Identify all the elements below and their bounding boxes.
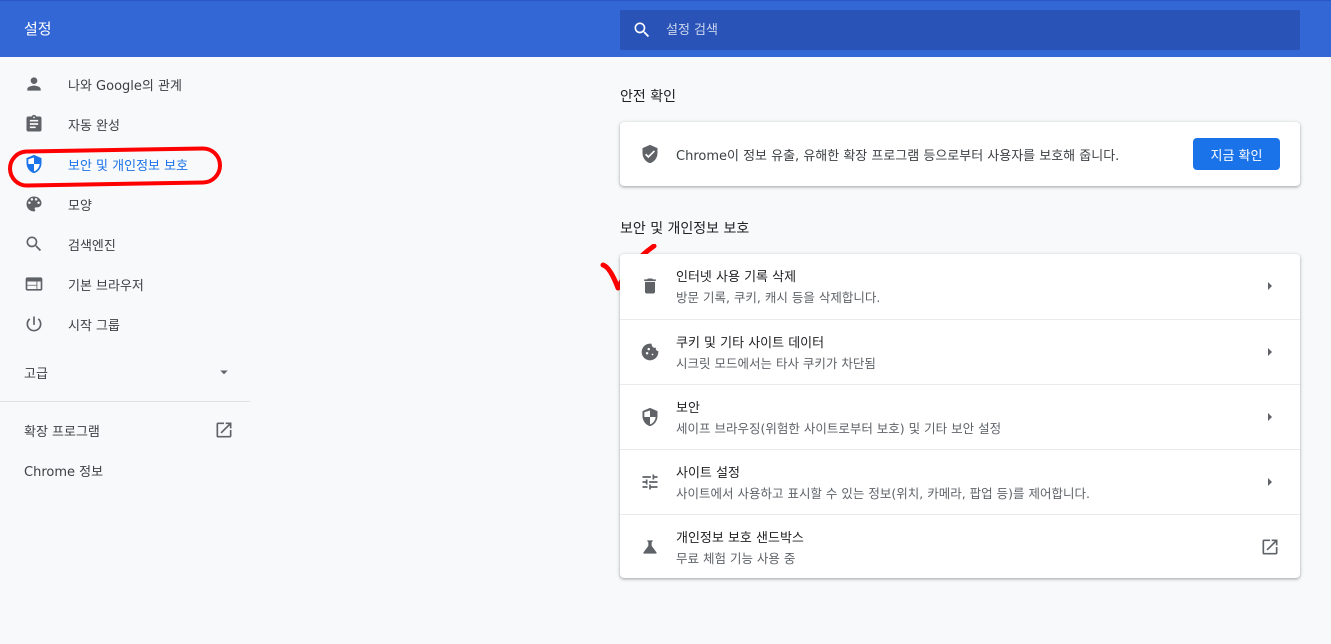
row-title: 개인정보 보호 샌드박스 bbox=[676, 531, 804, 546]
sidebar-item-label: 나와 Google의 관계 bbox=[68, 78, 182, 94]
search-input[interactable] bbox=[666, 10, 1266, 50]
search-box[interactable] bbox=[620, 10, 1300, 50]
check-now-button[interactable]: 지금 확인 bbox=[1193, 138, 1280, 170]
sidebar: 나와 Google의 관계 자동 완성 보안 및 개인정보 보호 모양 검색엔진… bbox=[0, 57, 250, 644]
browser-window-icon bbox=[25, 277, 43, 291]
shield-icon bbox=[642, 407, 658, 427]
sidebar-item-you-and-google[interactable]: 나와 Google의 관계 bbox=[0, 64, 250, 104]
person-icon bbox=[27, 77, 41, 91]
about-chrome-label: Chrome 정보 bbox=[24, 465, 104, 480]
flask-icon bbox=[643, 540, 657, 554]
row-cookies[interactable]: 쿠키 및 기타 사이트 데이터 시크릿 모드에서는 타사 쿠키가 차단됨 bbox=[620, 319, 1300, 384]
arrow-right-icon bbox=[1268, 478, 1272, 486]
sidebar-item-appearance[interactable]: 모양 bbox=[0, 184, 250, 224]
row-subtitle: 방문 기록, 쿠키, 캐시 등을 삭제합니다. bbox=[676, 290, 881, 305]
red-highlight-circle bbox=[7, 146, 223, 188]
sidebar-item-about-chrome[interactable]: Chrome 정보 bbox=[0, 449, 250, 489]
row-security[interactable]: 보안 세이프 브라우징(위험한 사이트로부터 보호) 및 기타 보안 설정 bbox=[620, 384, 1300, 449]
page-title: 설정 bbox=[24, 20, 52, 38]
row-title: 사이트 설정 bbox=[676, 466, 740, 481]
row-subtitle: 사이트에서 사용하고 표시할 수 있는 정보(위치, 카메라, 팝업 등)를 제… bbox=[676, 486, 1090, 501]
sidebar-item-label: 자동 완성 bbox=[68, 118, 120, 134]
shield-check-icon bbox=[642, 144, 658, 164]
row-title: 보안 bbox=[676, 401, 700, 416]
sidebar-divider bbox=[0, 401, 250, 402]
sidebar-advanced-toggle[interactable]: 고급 bbox=[0, 351, 250, 391]
sidebar-item-search-engine[interactable]: 검색엔진 bbox=[0, 224, 250, 264]
search-icon bbox=[26, 236, 42, 252]
top-bar: 설정 bbox=[0, 0, 1331, 57]
sidebar-item-label: 검색엔진 bbox=[68, 238, 116, 254]
safety-check-description: Chrome이 정보 유출, 유해한 확장 프로그램 등으로부터 사용자를 보호… bbox=[676, 149, 1120, 164]
power-icon bbox=[26, 316, 42, 332]
row-privacy-sandbox[interactable]: 개인정보 보호 샌드박스 무료 체험 기능 사용 중 bbox=[620, 514, 1300, 579]
sidebar-item-autofill[interactable]: 자동 완성 bbox=[0, 104, 250, 144]
row-clear-browsing-data[interactable]: 인터넷 사용 기록 삭제 방문 기록, 쿠키, 캐시 등을 삭제합니다. bbox=[620, 254, 1300, 319]
arrow-right-icon bbox=[1268, 282, 1272, 290]
trash-icon bbox=[644, 278, 656, 294]
sidebar-item-label: 기본 브라우저 bbox=[68, 278, 144, 294]
cookie-icon bbox=[641, 343, 659, 361]
row-subtitle: 세이프 브라우징(위험한 사이트로부터 보호) 및 기타 보안 설정 bbox=[676, 421, 1002, 436]
palette-icon bbox=[26, 196, 42, 212]
row-title: 쿠키 및 기타 사이트 데이터 bbox=[676, 336, 825, 351]
privacy-security-card: 인터넷 사용 기록 삭제 방문 기록, 쿠키, 캐시 등을 삭제합니다. 쿠키 … bbox=[620, 254, 1300, 578]
clipboard-icon bbox=[26, 114, 42, 132]
sidebar-item-label: 모양 bbox=[68, 198, 92, 214]
row-subtitle: 무료 체험 기능 사용 중 bbox=[676, 551, 796, 566]
extensions-label: 확장 프로그램 bbox=[24, 425, 100, 440]
arrow-right-icon bbox=[1268, 413, 1272, 421]
safety-check-heading: 안전 확인 bbox=[620, 89, 676, 105]
safety-check-card: Chrome이 정보 유출, 유해한 확장 프로그램 등으로부터 사용자를 보호… bbox=[620, 122, 1300, 186]
sidebar-item-label: 시작 그룹 bbox=[68, 318, 120, 334]
sidebar-item-extensions[interactable]: 확장 프로그램 bbox=[0, 409, 250, 449]
search-icon bbox=[634, 22, 650, 38]
row-site-settings[interactable]: 사이트 설정 사이트에서 사용하고 표시할 수 있는 정보(위치, 카메라, 팝… bbox=[620, 449, 1300, 514]
sidebar-item-default-browser[interactable]: 기본 브라우저 bbox=[0, 264, 250, 304]
row-title: 인터넷 사용 기록 삭제 bbox=[676, 270, 797, 285]
external-link-icon bbox=[1262, 539, 1278, 555]
row-subtitle: 시크릿 모드에서는 타사 쿠키가 차단됨 bbox=[676, 356, 876, 371]
external-link-icon bbox=[216, 422, 232, 438]
privacy-security-heading: 보안 및 개인정보 보호 bbox=[620, 221, 750, 237]
advanced-label: 고급 bbox=[24, 367, 48, 382]
caret-down-icon bbox=[220, 370, 228, 375]
sidebar-item-on-startup[interactable]: 시작 그룹 bbox=[0, 304, 250, 344]
arrow-right-icon bbox=[1268, 348, 1272, 356]
tune-icon bbox=[642, 474, 658, 490]
